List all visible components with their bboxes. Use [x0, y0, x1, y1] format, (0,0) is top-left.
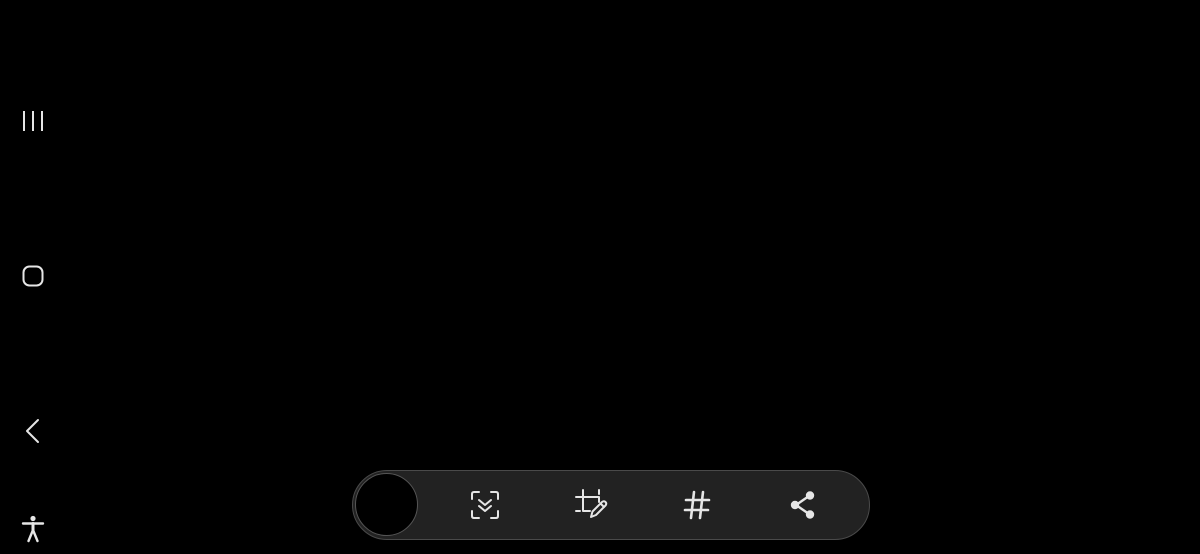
screen [0, 0, 1200, 554]
back-button[interactable] [13, 411, 53, 451]
hashtag-icon [683, 490, 711, 520]
accessibility-button[interactable] [13, 509, 53, 549]
hashtag-button[interactable] [675, 483, 719, 527]
back-icon [26, 419, 39, 443]
navigation-bar [0, 0, 66, 554]
recents-icon [23, 111, 43, 131]
scroll-capture-button[interactable] [463, 483, 507, 527]
share-icon [790, 491, 815, 519]
accessibility-icon [21, 515, 45, 543]
screenshot-thumbnail[interactable] [355, 473, 418, 536]
draw-crop-icon [575, 489, 608, 518]
draw-crop-button[interactable] [569, 483, 613, 527]
share-button[interactable] [781, 483, 825, 527]
home-button[interactable] [13, 256, 53, 296]
scroll-capture-icon [471, 491, 499, 519]
screenshot-toolbar [352, 470, 870, 540]
recents-button[interactable] [13, 101, 53, 141]
home-icon [22, 265, 44, 287]
